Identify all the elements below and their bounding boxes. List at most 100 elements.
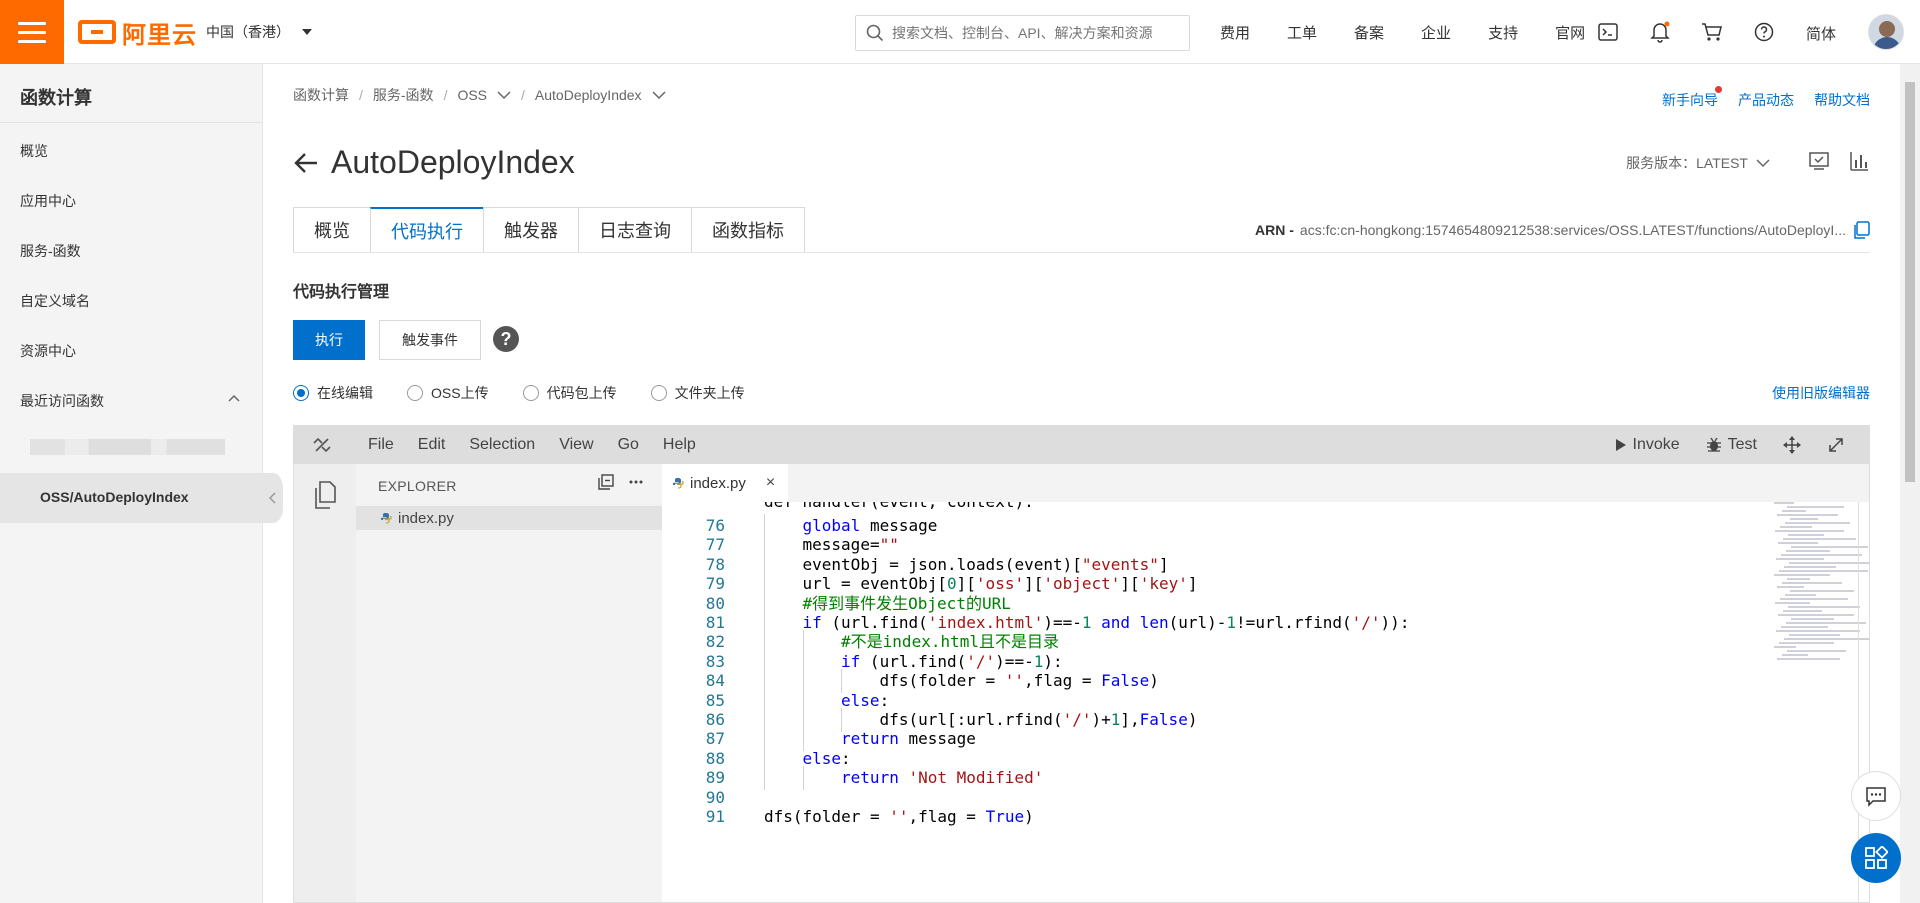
minimap-line	[1785, 594, 1816, 596]
radio-online-edit[interactable]: 在线编辑	[293, 383, 373, 403]
radio-package-upload[interactable]: 代码包上传	[522, 383, 617, 403]
breadcrumb-fc[interactable]: 函数计算	[293, 85, 349, 105]
minimap-line	[1777, 514, 1838, 516]
bug-icon	[1706, 437, 1721, 452]
code-editor[interactable]: def handler(event, context): 76global me…	[662, 502, 1869, 902]
sidebar-item-overview[interactable]: 概览	[20, 141, 48, 161]
sidebar-item-app-center[interactable]: 应用中心	[20, 191, 76, 211]
code-minimap[interactable]	[1774, 502, 1869, 682]
radio-oss-upload[interactable]: OSS上传	[407, 383, 489, 403]
move-icon[interactable]	[1783, 436, 1801, 454]
minimap-line	[1787, 578, 1810, 580]
run-button[interactable]: 执行	[293, 320, 365, 360]
collapse-all-icon[interactable]	[598, 474, 614, 490]
top-nav-links: 费用 工单 备案 企业 支持 官网	[1220, 0, 1622, 64]
tab-metrics[interactable]: 函数指标	[691, 207, 805, 253]
radio-dot	[293, 385, 309, 401]
tab-overview[interactable]: 概览	[293, 207, 370, 253]
menu-selection[interactable]: Selection	[469, 436, 535, 454]
minimap-line	[1785, 522, 1850, 524]
minimap-line	[1791, 618, 1834, 620]
close-icon[interactable]: ×	[766, 474, 775, 492]
trigger-event-button[interactable]: 触发事件	[379, 320, 481, 360]
tab-logs[interactable]: 日志查询	[578, 207, 691, 253]
more-icon[interactable]	[628, 474, 644, 490]
explorer-title: EXPLORER	[378, 478, 457, 494]
menu-view[interactable]: View	[559, 436, 593, 454]
scrollbar-thumb[interactable]	[1905, 82, 1915, 482]
language-switch[interactable]: 简体	[1806, 23, 1836, 44]
terminal-icon[interactable]	[1596, 20, 1620, 44]
minimap-line	[1787, 650, 1846, 652]
sidebar-title: 函数计算	[20, 88, 92, 108]
chat-icon[interactable]	[1851, 771, 1901, 821]
sidebar-item-custom-domains[interactable]: 自定义域名	[20, 291, 90, 311]
search-input[interactable]	[892, 25, 1189, 41]
invoke-button[interactable]: Invoke	[1615, 436, 1680, 454]
menu-go[interactable]: Go	[618, 436, 639, 454]
chevron-left-icon	[269, 492, 276, 504]
tab-code-execution[interactable]: 代码执行	[370, 207, 483, 253]
help-icon[interactable]	[1752, 20, 1776, 44]
menu-icon[interactable]	[0, 0, 64, 64]
sidebar-item-service-functions[interactable]: 服务-函数	[20, 241, 81, 261]
copy-icon[interactable]	[1852, 221, 1870, 239]
old-editor-link[interactable]: 使用旧版编辑器	[1772, 383, 1870, 403]
python-file-icon	[672, 478, 684, 489]
region-label: 中国（香港）	[206, 24, 290, 40]
apps-icon[interactable]	[1851, 833, 1901, 883]
blurred-recent-item[interactable]	[30, 439, 225, 455]
chevron-down-icon[interactable]	[652, 90, 666, 100]
breadcrumb-function[interactable]: AutoDeployIndex	[535, 87, 642, 103]
search-box[interactable]	[855, 15, 1190, 51]
nav-official-site[interactable]: 官网	[1555, 22, 1585, 43]
service-version-selector[interactable]: 服务版本：LATEST	[1626, 153, 1770, 173]
ide-actions: Invoke Test	[1615, 426, 1869, 464]
ide-logo-icon[interactable]	[312, 435, 332, 455]
minimap-line	[1782, 582, 1842, 584]
chevron-down-icon[interactable]	[497, 90, 511, 100]
page-scrollbar[interactable]	[1900, 64, 1920, 903]
nav-icp[interactable]: 备案	[1354, 22, 1384, 43]
monitor-check-icon[interactable]	[1808, 150, 1830, 172]
radio-dot	[650, 385, 667, 401]
region-selector[interactable]: 中国（香港）	[206, 22, 312, 42]
minimap-line	[1775, 530, 1844, 532]
expand-icon[interactable]	[1827, 436, 1845, 454]
help-docs-link[interactable]: 帮助文档	[1814, 90, 1870, 110]
explorer-file-index-py[interactable]: index.py	[356, 506, 662, 530]
files-icon[interactable]	[312, 480, 338, 510]
menu-help[interactable]: Help	[663, 436, 696, 454]
minimap-line	[1774, 574, 1830, 576]
python-file-icon	[380, 513, 392, 524]
chevron-up-icon[interactable]	[228, 392, 240, 404]
question-icon[interactable]: ?	[493, 326, 519, 352]
product-news-link[interactable]: 产品动态	[1738, 90, 1794, 110]
cart-icon[interactable]	[1700, 20, 1724, 44]
aliyun-logo[interactable]: 阿里云	[78, 18, 197, 49]
sidebar-recent-functions[interactable]: 最近访问函数	[20, 391, 104, 411]
radio-folder-upload[interactable]: 文件夹上传	[650, 383, 745, 403]
editor-tab-index-py[interactable]: index.py ×	[662, 464, 788, 502]
sidebar-item-resource-center[interactable]: 资源中心	[20, 341, 76, 361]
menu-edit[interactable]: Edit	[418, 436, 446, 454]
menu-file[interactable]: File	[368, 436, 394, 454]
tab-triggers[interactable]: 触发器	[483, 207, 578, 253]
bell-icon[interactable]	[1648, 20, 1672, 44]
test-button[interactable]: Test	[1706, 436, 1757, 454]
breadcrumb-oss[interactable]: OSS	[457, 87, 487, 103]
bar-chart-icon[interactable]	[1848, 150, 1870, 172]
minimap-line	[1790, 518, 1818, 520]
user-avatar[interactable]	[1868, 14, 1904, 50]
breadcrumb-service-functions[interactable]: 服务-函数	[373, 85, 434, 105]
nav-tickets[interactable]: 工单	[1287, 22, 1317, 43]
sidebar-item-active-function[interactable]: OSS/AutoDeployIndex	[0, 473, 263, 523]
sidebar-collapse-handle[interactable]	[263, 473, 283, 523]
back-arrow-icon[interactable]	[293, 152, 319, 174]
nav-enterprise[interactable]: 企业	[1421, 22, 1451, 43]
nav-fees[interactable]: 费用	[1220, 22, 1250, 43]
nav-support[interactable]: 支持	[1488, 22, 1518, 43]
minimap-line	[1776, 558, 1824, 560]
radio-dot	[522, 385, 539, 401]
beginner-guide-link[interactable]: 新手向导	[1662, 86, 1722, 110]
